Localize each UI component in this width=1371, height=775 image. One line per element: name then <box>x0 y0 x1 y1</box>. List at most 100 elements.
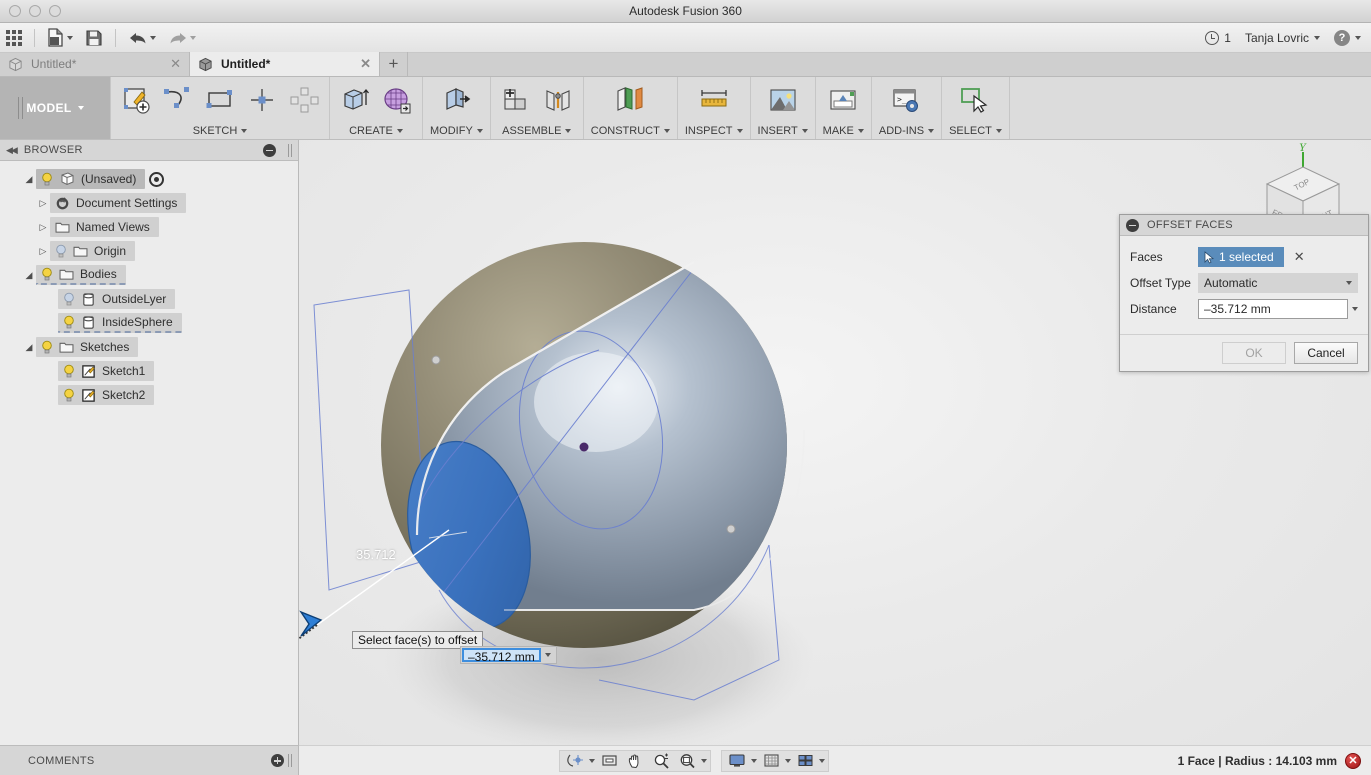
create-sketch-button[interactable] <box>118 82 154 118</box>
ribbon-group-label-insert[interactable]: INSERT <box>758 125 808 137</box>
sketch-point[interactable] <box>431 355 441 365</box>
expand-twisty-icon[interactable]: ▷ <box>36 198 50 209</box>
insert-image-button[interactable] <box>765 82 801 118</box>
inline-dropdown-button[interactable] <box>540 648 555 662</box>
tree-item-unsaved[interactable]: ◢ (Unsaved) <box>0 167 298 191</box>
point-button[interactable] <box>244 82 280 118</box>
tree-item-origin[interactable]: ▷ Origin <box>0 239 298 263</box>
error-badge[interactable]: ✕ <box>1345 752 1361 769</box>
press-pull-button[interactable] <box>438 82 474 118</box>
spline-button[interactable] <box>160 82 196 118</box>
tree-item-bodies[interactable]: ◢ Bodies <box>0 263 298 287</box>
tree-item-sketch1[interactable]: Sketch1 <box>0 359 298 383</box>
tree-item-insidesphere[interactable]: InsideSphere <box>0 311 298 335</box>
user-menu-button[interactable]: Tanja Lovric <box>1245 31 1320 45</box>
pan-button[interactable] <box>623 751 647 771</box>
ribbon-group-label-create[interactable]: CREATE <box>349 125 403 137</box>
chevron-down-icon[interactable] <box>701 758 707 763</box>
distance-input[interactable]: –35.712 mm <box>1198 299 1348 319</box>
faces-selection-chip[interactable]: 1 selected <box>1198 247 1284 267</box>
expand-twisty-icon[interactable]: ▷ <box>36 246 50 257</box>
ribbon-group-label-assemble[interactable]: ASSEMBLE <box>502 125 572 137</box>
help-menu-button[interactable]: ? <box>1334 29 1361 46</box>
ribbon-group-label-sketch[interactable]: SKETCH <box>193 125 248 137</box>
tree-item-outsidelyer[interactable]: OutsideLyer <box>0 287 298 311</box>
tree-item-named-views[interactable]: ▷ Named Views <box>0 215 298 239</box>
scripts-addins-button[interactable]: >_ <box>888 82 924 118</box>
display-settings-button[interactable] <box>725 751 749 771</box>
ok-button[interactable]: OK <box>1222 342 1286 364</box>
bulb-on-icon[interactable] <box>41 172 53 186</box>
fit-button[interactable] <box>675 751 699 771</box>
close-icon[interactable]: ✕ <box>170 56 181 72</box>
3d-print-button[interactable] <box>825 82 861 118</box>
expand-twisty-icon[interactable]: ◢ <box>22 270 36 281</box>
collapse-dialog-icon[interactable] <box>1126 218 1139 232</box>
expand-twisty-icon[interactable]: ◢ <box>22 174 36 185</box>
zoom-button[interactable] <box>649 751 673 771</box>
tree-item-sketches[interactable]: ◢ Sketches <box>0 335 298 359</box>
select-button[interactable] <box>957 82 993 118</box>
ribbon-group-label-make[interactable]: MAKE <box>823 125 864 137</box>
inline-value-editor[interactable]: –35.712 mm <box>460 646 557 664</box>
new-tab-button[interactable]: + <box>380 52 408 76</box>
resize-grip[interactable] <box>288 143 292 157</box>
collapse-all-icon[interactable] <box>263 143 276 157</box>
save-button[interactable] <box>79 25 109 51</box>
offset-plane-button[interactable] <box>612 82 648 118</box>
undo-button[interactable] <box>122 25 162 51</box>
offset-type-select[interactable]: Automatic <box>1198 273 1358 293</box>
resize-grip[interactable] <box>288 754 292 767</box>
expand-twisty-icon[interactable]: ▷ <box>36 222 50 233</box>
collapse-panel-icon[interactable]: ◀◀ <box>6 145 18 156</box>
ribbon-group-label-select[interactable]: SELECT <box>949 125 1002 137</box>
rectangle-button[interactable] <box>202 82 238 118</box>
tree-item-document-settings[interactable]: ▷ Document Settings <box>0 191 298 215</box>
redo-button[interactable] <box>162 25 202 51</box>
chevron-down-icon[interactable] <box>819 758 825 763</box>
distance-inline-input[interactable]: –35.712 mm <box>462 648 541 664</box>
clear-selection-icon[interactable]: ✕ <box>1294 249 1305 265</box>
extrude-button[interactable] <box>337 82 373 118</box>
close-icon[interactable]: ✕ <box>360 56 371 72</box>
bulb-on-icon[interactable] <box>41 340 53 354</box>
document-tab-2[interactable]: Untitled* ✕ <box>190 52 380 76</box>
center-point[interactable] <box>579 442 589 452</box>
document-tab-1[interactable]: Untitled* ✕ <box>0 52 190 76</box>
ribbon-group-label-construct[interactable]: CONSTRUCT <box>591 125 670 137</box>
chevron-down-icon[interactable] <box>589 758 595 763</box>
new-component-button[interactable] <box>498 82 534 118</box>
expand-twisty-icon[interactable]: ◢ <box>22 342 36 353</box>
measure-button[interactable] <box>696 82 732 118</box>
ribbon-group-label-modify[interactable]: MODIFY <box>430 125 483 137</box>
bulb-off-icon[interactable] <box>55 244 67 258</box>
bulb-on-icon[interactable] <box>41 267 53 281</box>
bulb-on-icon[interactable] <box>63 315 75 329</box>
ribbon-group-label-addins[interactable]: ADD-INS <box>879 125 935 137</box>
add-comment-icon[interactable] <box>271 754 284 767</box>
ribbon-group-label-inspect[interactable]: INSPECT <box>685 125 743 137</box>
workspace-switcher[interactable]: MODEL <box>0 77 110 139</box>
app-grid-button[interactable] <box>0 25 28 51</box>
dialog-header[interactable]: OFFSET FACES <box>1120 215 1368 236</box>
joint-button[interactable] <box>540 82 576 118</box>
orbit-button[interactable] <box>563 751 587 771</box>
comments-panel-header[interactable]: COMMENTS <box>0 745 299 775</box>
chevron-down-icon[interactable] <box>751 758 757 763</box>
sketch-point[interactable] <box>726 524 736 534</box>
bulb-on-icon[interactable] <box>63 364 75 378</box>
grid-snaps-button[interactable] <box>759 751 783 771</box>
mesh-button[interactable] <box>379 82 415 118</box>
radio-icon[interactable] <box>149 171 165 187</box>
chevron-down-icon[interactable] <box>785 758 791 763</box>
look-at-button[interactable] <box>597 751 621 771</box>
chevron-down-icon[interactable] <box>1352 307 1358 311</box>
cancel-button[interactable]: Cancel <box>1294 342 1358 364</box>
bulb-on-icon[interactable] <box>63 388 75 402</box>
offset-faces-dialog[interactable]: OFFSET FACES Faces 1 selected ✕ Offset T… <box>1119 214 1369 372</box>
bulb-off-icon[interactable] <box>63 292 75 306</box>
new-document-button[interactable] <box>41 25 79 51</box>
tree-item-sketch2[interactable]: Sketch2 <box>0 383 298 407</box>
job-status-button[interactable]: 1 <box>1205 30 1231 45</box>
viewports-button[interactable] <box>793 751 817 771</box>
